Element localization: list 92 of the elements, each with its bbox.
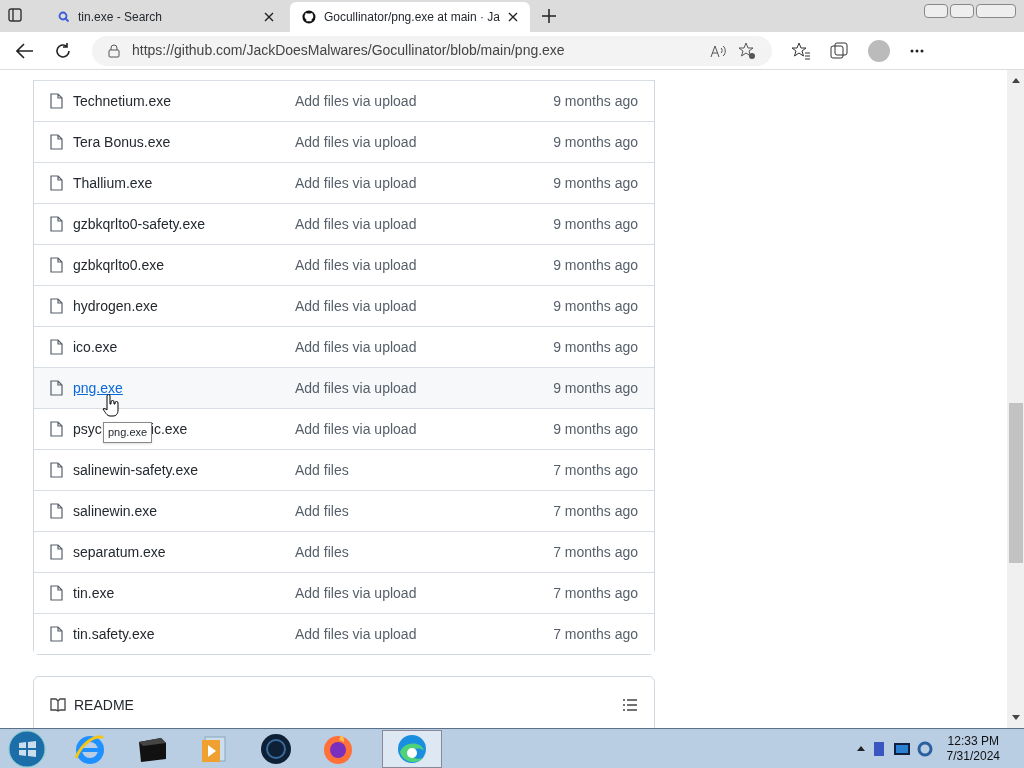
commit-message: Add files via upload — [295, 419, 418, 439]
file-age: 7 months ago — [553, 583, 638, 603]
collections-icon[interactable] — [830, 41, 848, 60]
file-name[interactable]: salinewin.exe — [73, 500, 158, 522]
file-age: 9 months ago — [553, 214, 638, 234]
file-icon — [50, 544, 63, 560]
tray-expand-icon[interactable] — [856, 746, 865, 751]
commit-message: Add files — [295, 542, 350, 562]
file-name[interactable]: Tera Bonus.exe — [73, 131, 171, 153]
file-name[interactable]: hydrogen.exe — [73, 295, 158, 317]
commit-message: Add files via upload — [295, 296, 418, 316]
commit-message: Add files via upload — [295, 91, 418, 111]
file-age: 9 months ago — [553, 255, 638, 275]
commit-message: Add files via upload — [295, 624, 418, 644]
more-icon[interactable] — [910, 48, 924, 53]
file-age: 9 months ago — [553, 337, 638, 357]
url-text: https://github.com/JackDoesMalwares/Gocullinator/blob/main/png.exe — [132, 41, 566, 60]
read-aloud-icon[interactable] — [710, 43, 726, 58]
clock-date[interactable]: 7/31/2024 — [946, 748, 1000, 764]
start-orb-icon[interactable] — [8, 729, 46, 768]
file-icon — [50, 175, 63, 191]
file-name: ic.exe — [150, 419, 188, 439]
add-favorite-icon[interactable] — [738, 41, 756, 60]
outline-list-icon[interactable] — [622, 698, 638, 713]
file-icon — [50, 339, 63, 355]
commit-message: Add files — [295, 460, 350, 480]
refresh-icon[interactable] — [54, 41, 72, 60]
close-icon[interactable] — [508, 12, 518, 22]
file-age: 9 months ago — [553, 91, 638, 111]
file-age: 7 months ago — [553, 624, 638, 644]
lock-icon — [108, 43, 120, 58]
file-icon — [50, 134, 63, 150]
readme-title: README — [74, 695, 135, 715]
close-icon[interactable] — [264, 12, 274, 22]
scroll-down-icon[interactable] — [1011, 715, 1020, 720]
file-icon — [50, 462, 63, 478]
file-name[interactable]: gzbkqrlto0.exe — [73, 254, 165, 276]
scrollbar[interactable] — [1007, 70, 1024, 728]
commit-message: Add files via upload — [295, 214, 418, 234]
file-icon — [50, 626, 63, 642]
clock-time[interactable]: 12:33 PM — [947, 733, 999, 749]
favorites-icon[interactable] — [792, 41, 810, 60]
file-name[interactable]: salinewin-safety.exe — [73, 459, 199, 481]
file-icon — [50, 421, 63, 437]
file-age: 7 months ago — [553, 501, 638, 521]
file-name[interactable]: Technetium.exe — [73, 90, 172, 112]
commit-message: Add files via upload — [295, 378, 418, 398]
commit-message: Add files via upload — [295, 173, 418, 193]
file-name[interactable]: separatum.exe — [73, 541, 166, 563]
commit-message: Add files — [295, 501, 350, 521]
file-icon — [50, 503, 63, 519]
tooltip: png.exe — [103, 422, 153, 443]
file-icon — [50, 216, 63, 232]
commit-message: Add files via upload — [295, 337, 418, 357]
file-age: 7 months ago — [553, 542, 638, 562]
commit-message: Add files via upload — [295, 132, 418, 152]
address-bar[interactable]: https://github.com/JackDoesMalwares/Gocullinator/blob/main/png.exe — [92, 35, 772, 66]
file-age: 9 months ago — [553, 173, 638, 193]
file-name[interactable]: Thallium.exe — [73, 172, 153, 194]
file-age: 9 months ago — [553, 296, 638, 316]
scroll-up-icon[interactable] — [1011, 78, 1020, 83]
file-icon — [50, 93, 63, 109]
back-icon[interactable] — [16, 42, 34, 59]
file-name[interactable]: tin.safety.exe — [73, 623, 155, 645]
monitor-icon[interactable] — [892, 741, 911, 756]
file-name[interactable]: psyc — [73, 418, 102, 440]
file-icon — [50, 380, 63, 396]
scrollbar-thumb[interactable] — [1008, 403, 1023, 563]
browser-tab[interactable]: Gocullinator/png.exe at main · Ja — [290, 2, 530, 32]
commit-message: Add files via upload — [295, 255, 418, 275]
file-icon — [50, 585, 63, 601]
file-name[interactable]: tin.exe — [73, 582, 115, 604]
new-tab-icon[interactable] — [542, 9, 556, 23]
file-name[interactable]: ico.exe — [73, 336, 118, 358]
tab-actions-icon[interactable] — [8, 8, 22, 22]
file-row[interactable]: tin.safety.exe Add files via upload 7 months ago — [34, 613, 654, 654]
commit-message: Add files via upload — [295, 583, 418, 603]
file-icon — [50, 257, 63, 273]
book-icon — [50, 698, 66, 713]
dark-globe-icon — [259, 731, 293, 766]
tab-title: tin.exe - Search — [78, 9, 164, 26]
file-age: 9 months ago — [553, 378, 638, 398]
file-name[interactable]: png.exe — [73, 377, 123, 399]
search-icon — [58, 11, 70, 23]
file-age: 7 months ago — [553, 460, 638, 480]
file-age: 9 months ago — [553, 419, 638, 439]
tab-title: Gocullinator/png.exe at main · Ja — [323, 9, 500, 26]
window-controls-icon[interactable] — [924, 4, 1016, 18]
file-age: 9 months ago — [553, 132, 638, 152]
file-icon — [50, 298, 63, 314]
browser-tab[interactable]: tin.exe - Search — [46, 2, 286, 32]
file-name[interactable]: gzbkqrlto0-safety.exe — [73, 213, 206, 235]
